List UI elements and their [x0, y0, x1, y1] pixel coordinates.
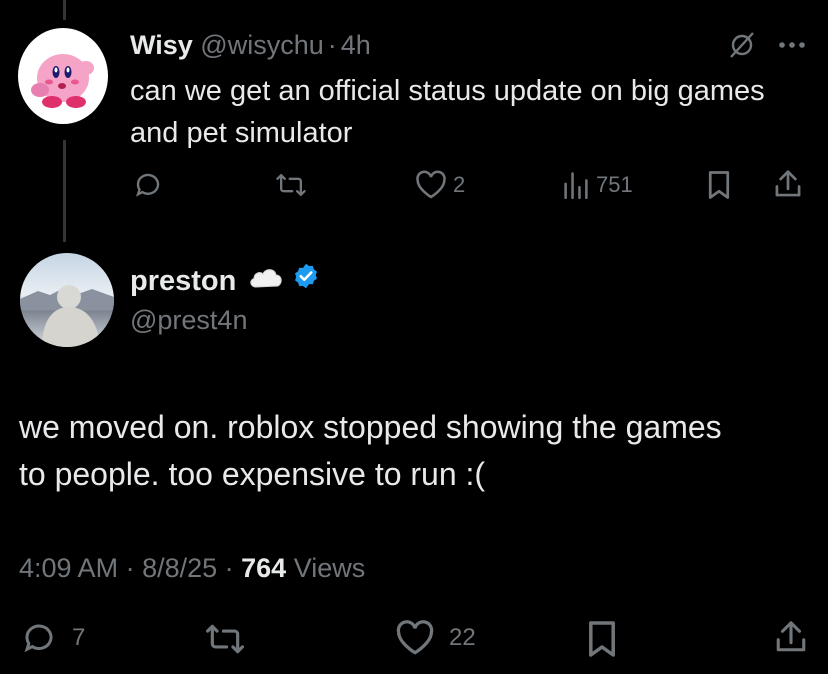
author-handle[interactable]: @prest4n	[130, 302, 247, 338]
repost-button[interactable]	[203, 620, 247, 658]
views-label[interactable]: Views	[294, 553, 366, 583]
reply-count: 7	[72, 624, 86, 651]
author-name[interactable]: preston	[130, 262, 236, 300]
views-total: 764	[241, 553, 287, 583]
views-count: 751	[596, 172, 633, 197]
grok-icon[interactable]	[727, 30, 757, 60]
like-button[interactable]: 22	[395, 620, 476, 656]
like-count: 2	[453, 172, 466, 197]
more-icon[interactable]	[778, 40, 806, 50]
bookmark-icon	[589, 621, 615, 657]
person-photo	[20, 285, 114, 347]
reply-text: can we get an official status update on …	[130, 75, 765, 149]
like-count: 22	[449, 624, 476, 651]
separator: ·	[217, 553, 242, 583]
verified-badge-icon[interactable]	[292, 262, 320, 300]
avatar[interactable]	[20, 253, 114, 347]
reply-button[interactable]: 7	[20, 620, 85, 656]
author-row: preston	[130, 262, 320, 300]
tweet-meta: 4:09 AM · 8/8/25 · 764 Views	[19, 550, 365, 586]
repost-button[interactable]	[275, 170, 307, 200]
tweet-date[interactable]: 8/8/25	[142, 553, 217, 583]
share-icon	[775, 170, 801, 197]
reply-author-handle[interactable]: @wisychu	[200, 30, 323, 60]
separator: ·	[327, 30, 337, 60]
bookmark-button[interactable]	[586, 619, 618, 659]
share-button[interactable]	[773, 168, 803, 200]
bookmark-button[interactable]	[706, 170, 732, 200]
tweet-text: we moved on. roblox stopped showing the …	[19, 409, 722, 492]
tweet-time[interactable]: 4:09 AM	[19, 553, 118, 583]
share-icon	[776, 621, 806, 652]
reply-header: Wisy @wisychu · 4h	[130, 27, 371, 63]
reply-time[interactable]: 4h	[341, 30, 371, 60]
bookmark-icon	[708, 171, 730, 199]
share-button[interactable]	[774, 617, 808, 657]
repost-icon	[205, 624, 244, 654]
views-icon	[564, 172, 588, 199]
comment-icon	[136, 173, 160, 197]
heart-icon	[416, 170, 446, 199]
thread-line-top	[63, 0, 66, 20]
thread-line	[63, 140, 66, 242]
reply-author-name[interactable]: Wisy	[130, 30, 193, 60]
like-button[interactable]: 2	[415, 170, 465, 200]
separator: ·	[118, 553, 143, 583]
heart-icon	[396, 620, 434, 655]
repost-icon	[276, 173, 306, 197]
reply-button[interactable]	[133, 170, 163, 200]
views-button[interactable]: 751	[562, 170, 633, 200]
kirby-avatar-icon	[31, 54, 94, 108]
avatar[interactable]	[18, 28, 108, 124]
cloud-icon	[248, 262, 284, 300]
comment-icon	[24, 624, 53, 653]
